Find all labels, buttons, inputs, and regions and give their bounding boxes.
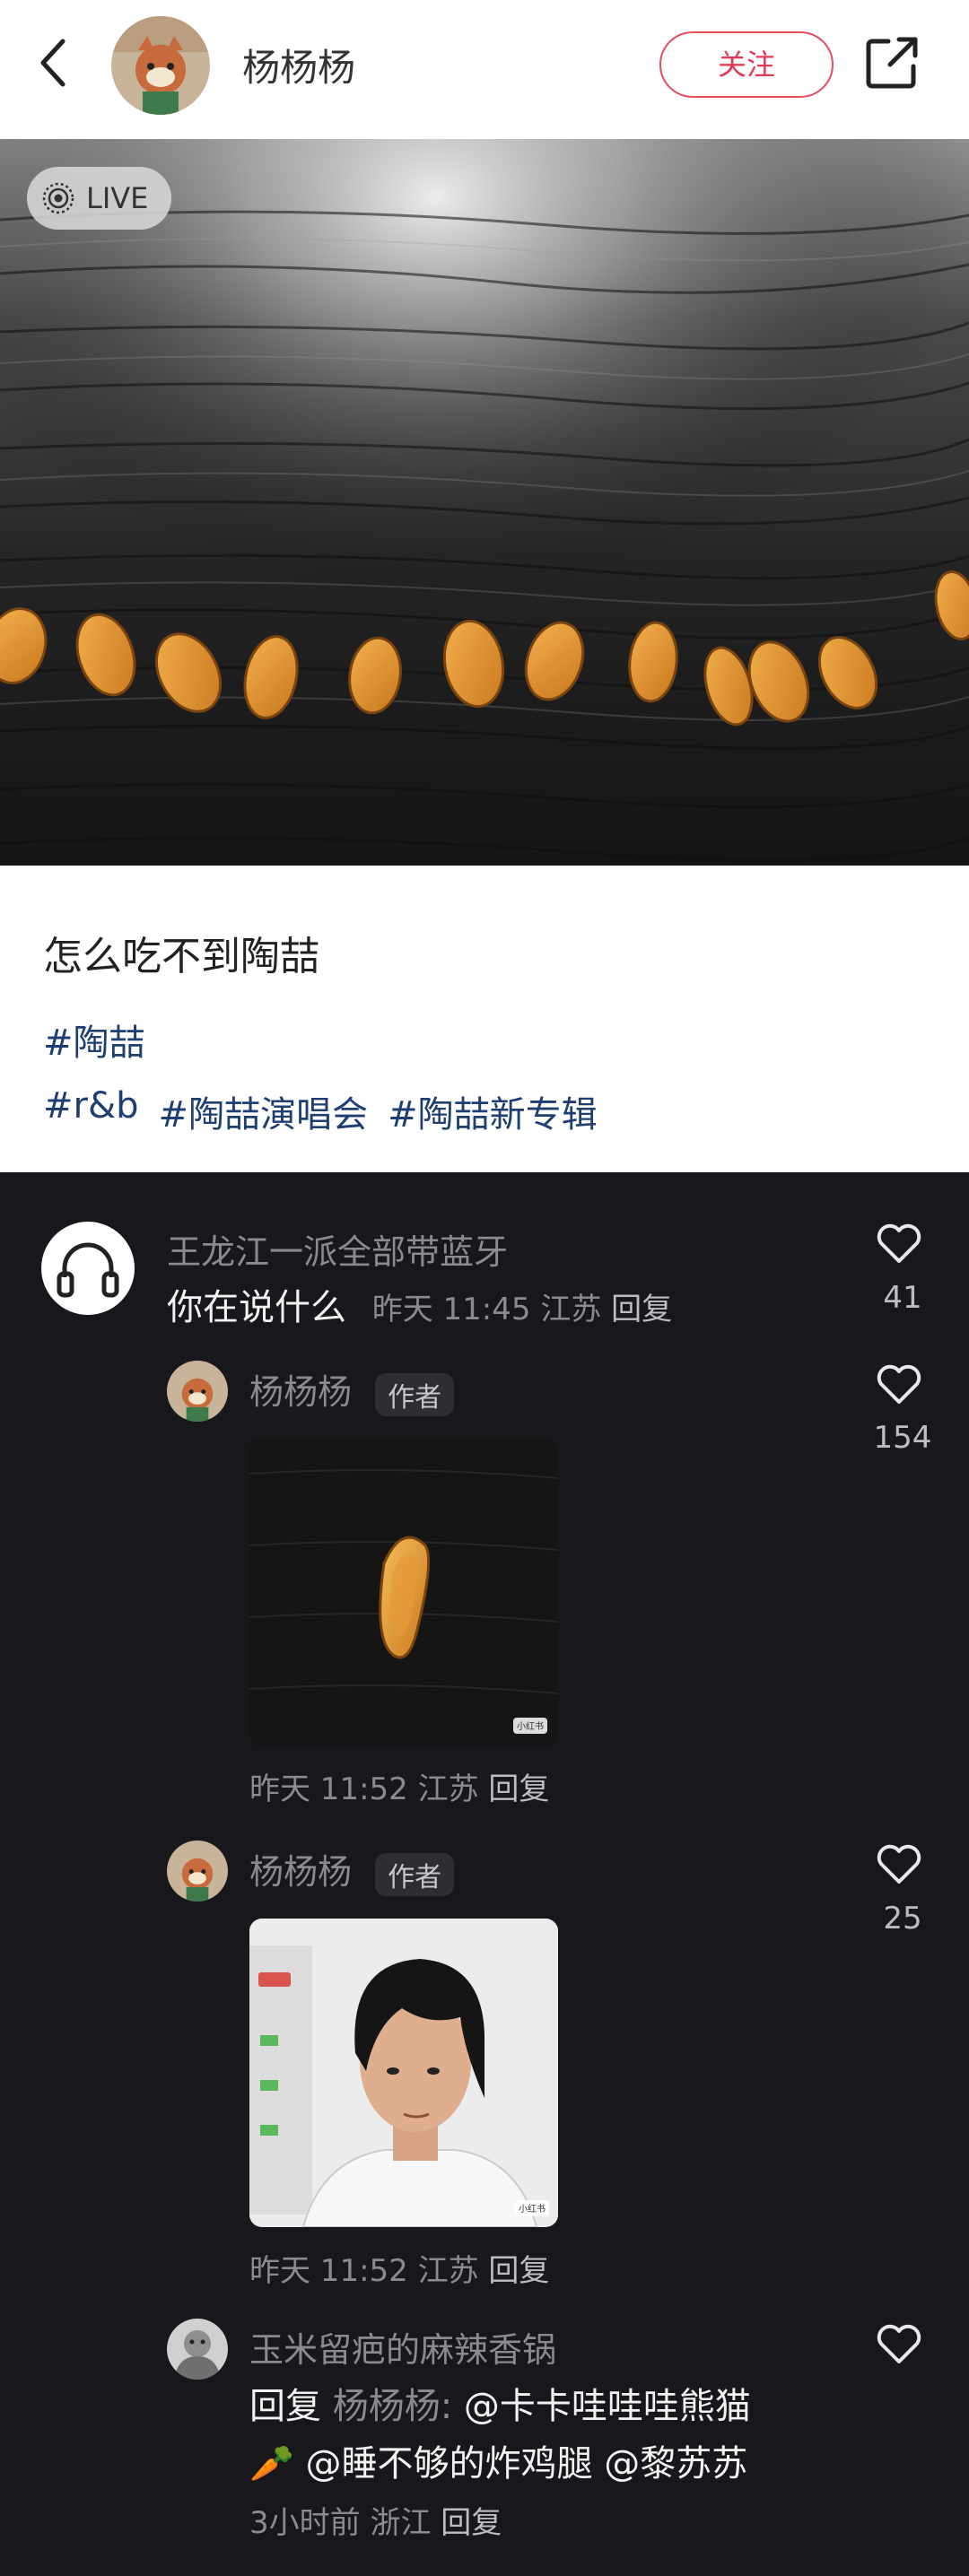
mention[interactable]: @睡不够的炸鸡腿 @黎苏苏	[306, 2443, 748, 2485]
live-photo-badge[interactable]: LIVE	[27, 167, 172, 230]
reply-meta: 3小时前 浙江 回复	[249, 2498, 502, 2542]
reply-author-line: 杨杨杨 作者	[249, 1364, 455, 1416]
reply-to-user[interactable]: 杨杨杨:	[333, 2386, 452, 2427]
reply-text-line-2: 🥕 @睡不够的炸鸡腿 @黎苏苏	[249, 2434, 747, 2486]
post-photo[interactable]: LIVE	[0, 139, 969, 866]
follow-button[interactable]: 关注	[659, 31, 834, 98]
author-badge: 作者	[375, 1372, 455, 1416]
reply-prefix: 回复	[249, 2386, 321, 2427]
top-bar: 杨杨杨 关注	[0, 0, 969, 139]
comment-section: 王龙江一派全部带蓝牙 你在说什么 昨天 11:45 江苏 回复 41 杨杨杨 作…	[0, 1172, 969, 2576]
live-label: LIVE	[86, 181, 149, 215]
author-avatar[interactable]	[111, 16, 210, 115]
author-badge: 作者	[375, 1852, 455, 1896]
mention[interactable]: @卡卡哇哇哇熊猫	[464, 2386, 751, 2427]
comment-meta: 昨天 11:45 江苏 回复	[372, 1292, 672, 1327]
reply-author-line: 杨杨杨 作者	[249, 1844, 455, 1896]
author-name[interactable]: 杨杨杨	[242, 38, 355, 92]
reply-image[interactable]: 小红书	[249, 1438, 558, 1746]
commenter-name[interactable]: 玉米留疤的麻辣香锅	[249, 2322, 556, 2371]
reply-time: 昨天 11:52	[249, 2253, 408, 2289]
carrot-emoji: 🥕	[249, 2443, 294, 2485]
reply-author-name[interactable]: 杨杨杨	[249, 1372, 352, 1412]
hashtag[interactable]: #r&b	[43, 1085, 139, 1137]
comment-location: 江苏	[540, 1292, 602, 1327]
commenter-name[interactable]: 王龙江一派全部带蓝牙	[167, 1224, 508, 1274]
live-icon	[42, 182, 74, 214]
reply-location: 江苏	[417, 2253, 479, 2289]
reply-time: 昨天 11:52	[249, 1771, 408, 1807]
reply-author-name[interactable]: 杨杨杨	[249, 1852, 352, 1892]
comment-time: 昨天 11:45	[371, 1292, 531, 1327]
reply-location: 浙江	[370, 2505, 432, 2541]
author-avatar-small[interactable]	[167, 1841, 228, 1902]
hashtag[interactable]: #陶喆演唱会	[159, 1085, 369, 1137]
like-count: 154	[873, 1420, 932, 1456]
post-title: 怎么吃不到陶喆	[43, 934, 319, 979]
like-count: 41	[883, 1280, 922, 1316]
reply-location: 江苏	[417, 1771, 479, 1807]
reply-time: 3小时前	[249, 2505, 361, 2541]
reply-button[interactable]: 回复	[611, 1292, 672, 1327]
heart-icon[interactable]	[876, 1362, 922, 1405]
reply-button[interactable]: 回复	[441, 2505, 502, 2541]
tag-row-1: #陶喆	[43, 1014, 145, 1066]
reply-button[interactable]: 回复	[488, 2253, 549, 2289]
comment-line: 你在说什么 昨天 11:45 江苏 回复	[167, 1278, 672, 1330]
headphones-icon	[57, 1242, 119, 1298]
heart-icon[interactable]	[876, 2322, 922, 2365]
author-avatar-small[interactable]	[167, 1361, 228, 1422]
image-watermark: 小红书	[519, 2203, 546, 2215]
back-icon[interactable]	[32, 36, 77, 90]
hashtag[interactable]: #陶喆	[43, 1023, 145, 1064]
reply-button[interactable]: 回复	[488, 1771, 549, 1807]
heart-icon[interactable]	[876, 1842, 922, 1885]
commenter-avatar-small[interactable]	[167, 2319, 228, 2380]
image-watermark: 小红书	[517, 1720, 544, 1732]
share-icon[interactable]	[863, 34, 921, 91]
reply-text-line-1: 回复 杨杨杨: @卡卡哇哇哇熊猫	[249, 2377, 751, 2429]
reply-image[interactable]: 小红书	[249, 1919, 558, 2227]
hashtag[interactable]: #陶喆新专辑	[388, 1085, 598, 1137]
reply-meta: 昨天 11:52 江苏 回复	[249, 2246, 549, 2290]
tag-row-2: #r&b #陶喆演唱会 #陶喆新专辑	[43, 1085, 598, 1137]
commenter-avatar[interactable]	[41, 1222, 135, 1315]
heart-icon[interactable]	[876, 1222, 922, 1265]
like-count: 25	[883, 1901, 922, 1936]
comment-text: 你在说什么	[167, 1287, 346, 1328]
reply-meta: 昨天 11:52 江苏 回复	[249, 1764, 549, 1808]
